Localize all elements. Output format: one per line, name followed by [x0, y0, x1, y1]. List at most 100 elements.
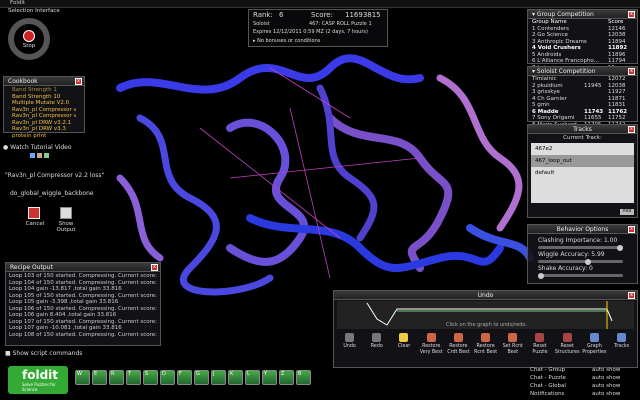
cancel-icon[interactable] [28, 207, 40, 219]
tool-button-f[interactable]: F [177, 370, 192, 385]
watch-video-link[interactable]: ● Watch Tutorial Video [3, 144, 72, 151]
tool-button-g[interactable]: G [194, 370, 209, 385]
chat-list: Chat - Group auto show Chat - Puzzle auto s… [530, 366, 638, 400]
close-icon[interactable]: x [628, 292, 635, 299]
recipe-item[interactable]: Band Strength 1 [12, 87, 76, 94]
chat-auto-show[interactable]: auto show [592, 382, 620, 390]
tool-key-label: T [128, 371, 132, 377]
tool-button-z[interactable]: Z [279, 370, 294, 385]
folder-icon[interactable] [37, 153, 42, 158]
score-value: 11693815 [345, 11, 381, 19]
reset-puzzle-button[interactable]: Reset Puzzle [526, 331, 553, 367]
soloist-competition-title: Soloist Competition [536, 68, 596, 75]
watch-video-label: Watch Tutorial Video [10, 144, 72, 151]
clashing-slider[interactable] [538, 244, 623, 251]
wiggle-slider[interactable] [538, 258, 623, 265]
current-track-label: Current Track: [563, 135, 602, 141]
clear-button[interactable]: Clear [390, 331, 417, 367]
track-item[interactable]: 467e2 [531, 143, 634, 155]
tool-button-j[interactable]: J [211, 370, 226, 385]
chat-row[interactable]: Chat - Group auto show [530, 366, 638, 374]
add-track-button[interactable]: Add [620, 209, 634, 215]
undo-button[interactable]: Undo [336, 331, 363, 367]
cookbook-list[interactable]: Band Strength 1 Band Strength 10 Multiple … [4, 86, 84, 140]
mode-label: Soloist [253, 21, 270, 27]
tool-key-label: S [145, 371, 149, 377]
group-list[interactable]: 1 Contenders 12146 2 Go Science 12038 3 Anth… [528, 26, 637, 72]
recipe-output-panel: Recipe Output x Loop 103 of 150 started. … [5, 262, 161, 346]
tool-button-e[interactable]: E [92, 370, 107, 385]
clashing-knob[interactable] [617, 244, 623, 251]
undo-button-label: Redo [370, 344, 383, 349]
wiggle-knob[interactable] [585, 258, 592, 265]
wiggle-label: Wiggle Accuracy: 5.99 [538, 251, 605, 258]
undo-button-label: Reset Structures [554, 344, 580, 355]
chat-name: Chat - Global [530, 383, 566, 389]
track-item[interactable]: default [531, 167, 634, 179]
chat-auto-show[interactable]: auto show [592, 390, 620, 398]
chat-name: Notifications [530, 391, 565, 397]
close-icon[interactable]: x [628, 68, 635, 75]
undo-button-icon [426, 333, 436, 342]
undo-title: Undo [477, 292, 494, 299]
undo-button-label: Restore Very Best [419, 344, 443, 355]
running-recipe: "Rav3n_pl Compressor v2.2 loss" [5, 172, 105, 179]
tool-button-r[interactable]: R [109, 370, 124, 385]
undo-button-label: Graph Properties [582, 344, 607, 355]
recipe-item[interactable]: protein print [12, 133, 76, 140]
chat-row[interactable]: Chat - Global auto show [530, 382, 638, 390]
tool-button-k[interactable]: K [228, 370, 243, 385]
selection-title: Selection Interface [8, 8, 60, 14]
redo-button[interactable]: Redo [363, 331, 390, 367]
chat-row[interactable]: Notifications auto show [530, 390, 638, 398]
tool-button-l[interactable]: L [245, 370, 260, 385]
track-item[interactable]: 467_loop_out [531, 155, 634, 167]
chat-row[interactable]: Chat - Puzzle auto show [530, 374, 638, 382]
close-icon[interactable]: x [628, 226, 635, 233]
restore-very-best-button[interactable]: Restore Very Best [418, 331, 445, 367]
recipe-output-title: Recipe Output [10, 264, 53, 271]
show-script-toggle[interactable]: ■ Show script commands [5, 350, 82, 357]
selection-wheel[interactable]: Stop [8, 18, 50, 60]
tool-button-d[interactable]: D [160, 370, 175, 385]
logo-name: foldit [22, 368, 59, 382]
undo-header: Undo x [334, 291, 637, 300]
close-icon[interactable]: x [75, 78, 82, 85]
recipe-icon[interactable] [30, 153, 35, 158]
stop-icon[interactable] [23, 30, 35, 42]
reset-structures-button[interactable]: Reset Structures [554, 331, 581, 367]
chat-auto-show[interactable]: auto show [592, 374, 620, 382]
tool-button-w[interactable]: W [75, 370, 90, 385]
graph-properties-button[interactable]: Graph Properties [581, 331, 608, 367]
tracks-button[interactable]: Tracks [608, 331, 635, 367]
restore-rcnt-best-button[interactable]: Restore Rcnt Best [472, 331, 499, 367]
tool-button-y[interactable]: Y [262, 370, 277, 385]
tool-key-label: F [179, 371, 182, 377]
stop-label: Stop [22, 43, 36, 49]
undo-buttons: Undo Redo Clear Restore Very Best Restore Cr… [336, 331, 636, 367]
tool-button-t[interactable]: T [126, 370, 141, 385]
logo-tagline: Solve Puzzles for Science [22, 382, 56, 392]
close-icon[interactable]: x [628, 11, 635, 18]
undo-button-label: Undo [343, 344, 356, 349]
behavior-options-panel: Behavior Options x Clashing Importance: 1… [527, 224, 638, 284]
close-icon[interactable]: x [151, 264, 158, 271]
tool-button-b[interactable]: B [296, 370, 311, 385]
share-icon[interactable] [44, 153, 49, 158]
track-list[interactable]: 467e2 467_loop_out default [531, 143, 634, 203]
tool-button-s[interactable]: S [143, 370, 158, 385]
show-output-icon[interactable] [60, 207, 72, 219]
close-icon[interactable]: x [628, 126, 635, 133]
undo-button-icon [481, 333, 491, 342]
soloist-list[interactable]: Timlainic 12072 2 pkuidium 11945 12038 3 gris… [528, 76, 637, 128]
set-rcnt-best-button[interactable]: Set Rcnt Best [499, 331, 526, 367]
restore-crdt-best-button[interactable]: Restore Crdt Best [445, 331, 472, 367]
output-list[interactable]: Loop 103 of 150 started. Compressing. Cu… [6, 272, 160, 339]
chat-auto-show[interactable]: auto show [592, 366, 620, 374]
shake-slider[interactable] [538, 272, 623, 279]
tool-key-label: E [94, 371, 98, 377]
tracks-header: Tracks x [528, 125, 637, 134]
undo-button-icon [589, 333, 599, 342]
shake-knob[interactable] [538, 272, 544, 279]
undo-button-label: Clear [397, 344, 411, 349]
